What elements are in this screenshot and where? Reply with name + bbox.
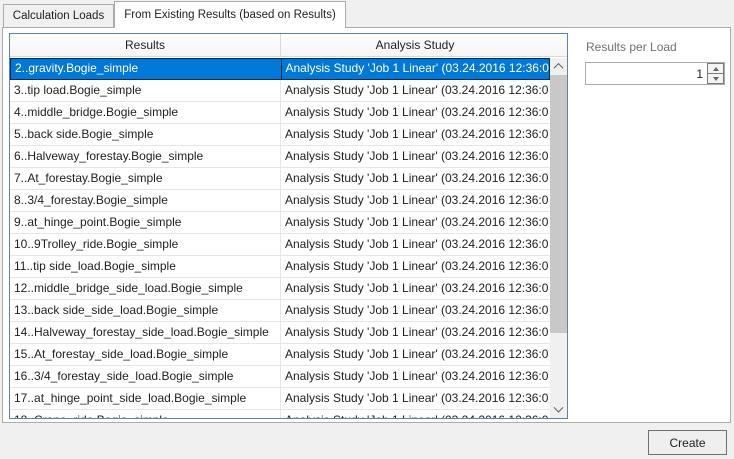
result-cell: 9..at_hinge_point.Bogie_simple: [10, 212, 281, 233]
table-row[interactable]: 13..back side_side_load.Bogie_simple Ana…: [10, 300, 550, 322]
column-header-results[interactable]: Results: [10, 34, 281, 56]
analysis-study-cell: Analysis Study 'Job 1 Linear' (03.24.201…: [285, 369, 549, 383]
result-cell: 7..At_forestay.Bogie_simple: [10, 168, 281, 189]
create-button[interactable]: Create: [648, 430, 727, 455]
table-row[interactable]: 5..back side.Bogie_simple Analysis Study…: [10, 124, 550, 146]
tab-from-existing-results-label: From Existing Results (based on Results): [124, 9, 336, 21]
analysis-study-cell: Analysis Study 'Job 1 Linear' (03.24.201…: [285, 83, 549, 97]
table-row[interactable]: 12..middle_bridge_side_load.Bogie_simple…: [10, 278, 550, 300]
spinner-down-button[interactable]: [707, 73, 724, 84]
table-row[interactable]: 16..3/4_forestay_side_load.Bogie_simple …: [10, 366, 550, 388]
results-per-load-stepper: [585, 62, 725, 85]
table-row[interactable]: 3..tip load.Bogie_simple Analysis Study …: [10, 80, 550, 102]
result-cell: 8..3/4_forestay.Bogie_simple: [10, 190, 281, 211]
result-cell: 5..back side.Bogie_simple: [10, 124, 281, 145]
table-row[interactable]: 8..3/4_forestay.Bogie_simple Analysis St…: [10, 190, 550, 212]
spinner-buttons: [707, 63, 724, 84]
analysis-study-cell: Analysis Study 'Job 1 Linear' (03.24.201…: [285, 303, 549, 317]
result-cell: 15..At_forestay_side_load.Bogie_simple: [10, 344, 281, 365]
table-row[interactable]: 15..At_forestay_side_load.Bogie_simple A…: [10, 344, 550, 366]
tab-calculation-loads-label: Calculation Loads: [12, 10, 105, 22]
table-row[interactable]: 2..gravity.Bogie_simple Analysis Study '…: [10, 58, 550, 80]
table-body: 2..gravity.Bogie_simple Analysis Study '…: [10, 58, 550, 418]
result-cell: 13..back side_side_load.Bogie_simple: [10, 300, 281, 321]
result-cell: 16..3/4_forestay_side_load.Bogie_simple: [10, 366, 281, 387]
result-cell: 12..middle_bridge_side_load.Bogie_simple: [10, 278, 281, 299]
result-cell: 4..middle_bridge.Bogie_simple: [10, 102, 281, 123]
column-header-results-label: Results: [124, 38, 165, 52]
table-row[interactable]: 11..tip side_load.Bogie_simple Analysis …: [10, 256, 550, 278]
result-cell: 18..Crane_ride.Bogie_simple: [10, 410, 281, 418]
triangle-down-icon: [712, 76, 719, 81]
result-cell: 2..gravity.Bogie_simple: [11, 59, 282, 79]
analysis-study-cell: Analysis Study 'Job 1 Linear' (03.24.201…: [281, 410, 549, 418]
analysis-study-cell: Analysis Study 'Job 1 Linear' (03.24.201…: [285, 127, 549, 141]
results-table: Results Analysis Study 2..gravity.Bogie_…: [9, 33, 568, 419]
table-row[interactable]: 9..at_hinge_point.Bogie_simple Analysis …: [10, 212, 550, 234]
result-cell: 6..Halveway_forestay.Bogie_simple: [10, 146, 281, 167]
analysis-study-cell: Analysis Study 'Job 1 Linear' (03.24.201…: [285, 105, 549, 119]
table-row[interactable]: 6..Halveway_forestay.Bogie_simple Analys…: [10, 146, 550, 168]
chevron-down-icon: [553, 402, 564, 413]
result-cell: 10..9Trolley_ride.Bogie_simple: [10, 234, 281, 255]
column-header-gap: [549, 34, 566, 56]
table-row[interactable]: 17..at_hinge_point_side_load.Bogie_simpl…: [10, 388, 550, 410]
tab-page: Results Analysis Study 2..gravity.Bogie_…: [2, 27, 731, 423]
analysis-study-cell: Analysis Study 'Job 1 Linear' (03.24.201…: [285, 149, 549, 163]
scroll-up-button[interactable]: [550, 58, 567, 75]
results-per-load-label: Results per Load: [586, 40, 677, 54]
analysis-study-cell: Analysis Study 'Job 1 Linear' (03.24.201…: [285, 259, 549, 273]
scrollbar-thumb[interactable]: [550, 75, 567, 333]
table-row[interactable]: 18..Crane_ride.Bogie_simple Analysis Stu…: [10, 410, 550, 418]
analysis-study-cell: Analysis Study 'Job 1 Linear' (03.24.201…: [285, 237, 549, 251]
column-header-analysis-study-label: Analysis Study: [375, 38, 455, 52]
dialog-window: Calculation Loads From Existing Results …: [0, 0, 734, 459]
create-button-label: Create: [669, 435, 706, 450]
table-vertical-scrollbar[interactable]: [550, 58, 567, 418]
column-header-analysis-study[interactable]: Analysis Study: [281, 34, 549, 56]
analysis-study-cell: Analysis Study 'Job 1 Linear' (03.24.201…: [285, 325, 549, 339]
analysis-study-cell: Analysis Study 'Job 1 Linear' (03.24.201…: [285, 61, 550, 75]
analysis-study-cell: Analysis Study 'Job 1 Linear' (03.24.201…: [285, 347, 549, 361]
result-cell: 3..tip load.Bogie_simple: [10, 80, 281, 101]
results-per-load-input[interactable]: [586, 63, 707, 84]
chevron-up-icon: [553, 62, 564, 73]
table-row[interactable]: 4..middle_bridge.Bogie_simple Analysis S…: [10, 102, 550, 124]
scroll-down-button[interactable]: [550, 402, 567, 418]
tab-from-existing-results[interactable]: From Existing Results (based on Results): [114, 1, 346, 28]
analysis-study-cell: Analysis Study 'Job 1 Linear' (03.24.201…: [285, 281, 549, 295]
table-row[interactable]: 14..Halveway_forestay_side_load.Bogie_si…: [10, 322, 550, 344]
result-cell: 14..Halveway_forestay_side_load.Bogie_si…: [10, 322, 281, 343]
table-row[interactable]: 7..At_forestay.Bogie_simple Analysis Stu…: [10, 168, 550, 190]
triangle-up-icon: [712, 66, 719, 71]
result-cell: 11..tip side_load.Bogie_simple: [10, 256, 281, 277]
analysis-study-cell: Analysis Study 'Job 1 Linear' (03.24.201…: [285, 193, 549, 207]
result-cell: 17..at_hinge_point_side_load.Bogie_simpl…: [10, 388, 281, 409]
scrollbar-track[interactable]: [550, 75, 567, 402]
analysis-study-cell: Analysis Study 'Job 1 Linear' (03.24.201…: [285, 215, 549, 229]
table-row[interactable]: 10..9Trolley_ride.Bogie_simple Analysis …: [10, 234, 550, 256]
tab-calculation-loads[interactable]: Calculation Loads: [3, 4, 114, 27]
table-header-row: Results Analysis Study: [10, 34, 567, 57]
analysis-study-cell: Analysis Study 'Job 1 Linear' (03.24.201…: [285, 171, 549, 185]
analysis-study-cell: Analysis Study 'Job 1 Linear' (03.24.201…: [285, 391, 549, 405]
